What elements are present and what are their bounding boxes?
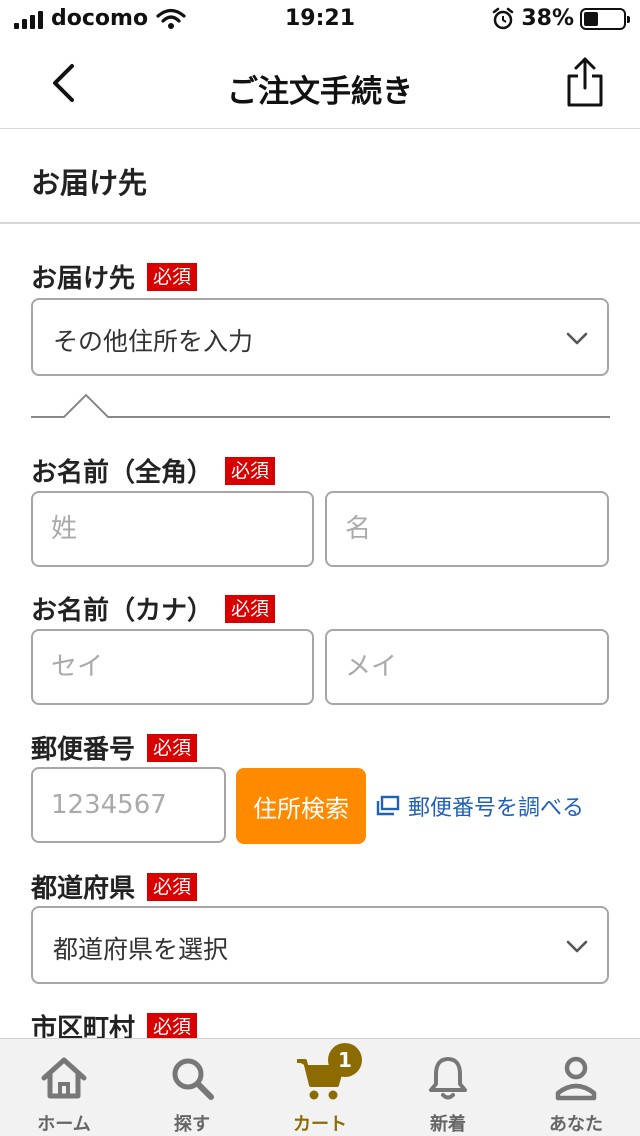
cart-count-badge: 1 xyxy=(328,1043,362,1077)
chevron-down-icon xyxy=(566,332,588,345)
search-icon xyxy=(172,1058,214,1100)
battery-icon xyxy=(580,7,630,30)
postal-lookup-link[interactable]: 郵便番号を調べる xyxy=(376,790,584,822)
tab-search-label: 探す xyxy=(174,1114,210,1135)
wifi-icon xyxy=(156,8,186,29)
section-title: お届け先 xyxy=(31,166,148,200)
back-button[interactable] xyxy=(40,60,86,106)
tab-home-label: ホーム xyxy=(37,1114,91,1135)
destination-label-row: お届け先 必須 xyxy=(31,258,198,295)
status-bar: docomo 19:21 38% xyxy=(0,0,640,40)
address-search-button[interactable]: 住所検索 xyxy=(236,768,366,844)
postal-label: 郵便番号 xyxy=(31,735,136,765)
battery-percent: 38% xyxy=(521,6,574,31)
name-kanji-label-row: お名前（全角） 必須 xyxy=(31,452,276,489)
destination-select[interactable]: その他住所を入力 xyxy=(31,298,609,376)
alarm-icon xyxy=(493,7,514,29)
share-button[interactable] xyxy=(560,54,610,110)
postal-code-field[interactable] xyxy=(31,767,226,843)
name-kanji-label: お名前（全角） xyxy=(31,458,214,488)
chevron-left-icon xyxy=(53,64,74,102)
tab-you-label: あなた xyxy=(549,1114,603,1135)
external-window-icon xyxy=(376,795,400,816)
required-badge: 必須 xyxy=(147,733,198,762)
tab-bar: ホーム 探す 1 カート 新着 あなた xyxy=(0,1038,640,1136)
first-name-field[interactable] xyxy=(325,491,609,567)
last-name-field[interactable] xyxy=(31,491,314,567)
tab-you[interactable]: あなた xyxy=(512,1039,640,1136)
required-badge: 必須 xyxy=(147,872,198,901)
required-badge: 必須 xyxy=(225,456,276,485)
bell-icon xyxy=(429,1057,467,1100)
tab-new[interactable]: 新着 xyxy=(384,1039,512,1136)
prefecture-label: 都道府県 xyxy=(31,874,136,904)
carrier-name: docomo xyxy=(51,6,149,31)
section-header: お届け先 xyxy=(0,129,640,224)
prefecture-label-row: 都道府県 必須 xyxy=(31,868,198,905)
prefecture-select[interactable]: 都道府県を選択 xyxy=(31,906,609,984)
navigation-bar: ご注文手続き xyxy=(0,40,640,129)
tab-search[interactable]: 探す xyxy=(128,1039,256,1136)
page-title: ご注文手続き xyxy=(227,74,413,110)
destination-select-value: その他住所を入力 xyxy=(53,327,254,356)
person-icon xyxy=(555,1056,597,1101)
signal-icon xyxy=(14,9,43,29)
divider xyxy=(31,393,610,418)
required-badge: 必須 xyxy=(147,1012,198,1041)
share-icon xyxy=(567,57,603,107)
last-name-kana-field[interactable] xyxy=(31,629,314,705)
chevron-down-icon xyxy=(566,940,588,953)
destination-label: お届け先 xyxy=(31,264,136,294)
required-badge: 必須 xyxy=(225,594,276,623)
home-icon xyxy=(41,1057,87,1099)
prefecture-select-value: 都道府県を選択 xyxy=(53,935,229,964)
name-kana-label-row: お名前（カナ） 必須 xyxy=(31,590,276,627)
tab-cart-label: カート xyxy=(293,1114,347,1135)
tab-home[interactable]: ホーム xyxy=(0,1039,128,1136)
postal-label-row: 郵便番号 必須 xyxy=(31,729,198,766)
required-badge: 必須 xyxy=(147,262,198,291)
tab-cart[interactable]: 1 カート xyxy=(256,1039,384,1136)
tab-new-label: 新着 xyxy=(430,1114,466,1135)
postal-lookup-text: 郵便番号を調べる xyxy=(408,796,585,821)
name-kana-label: お名前（カナ） xyxy=(31,596,214,626)
first-name-kana-field[interactable] xyxy=(325,629,609,705)
